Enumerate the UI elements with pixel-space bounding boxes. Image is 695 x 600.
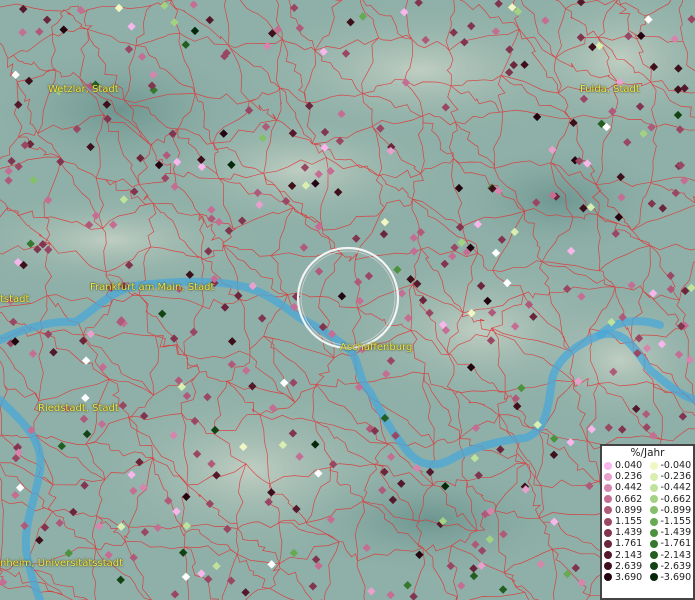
legend-value: 3.690 xyxy=(615,571,643,583)
legend-value: -1.761 xyxy=(660,538,692,550)
legend-swatch-icon xyxy=(604,539,612,548)
legend-negative-column: -0.040 -0.236 -0.442 -0.662 -0.899 -1.155 -1.4… xyxy=(648,460,694,583)
legend-row: -2.639 xyxy=(648,561,694,572)
legend-value: 0.899 xyxy=(615,504,643,516)
legend-swatch-icon xyxy=(604,573,612,582)
legend-panel: %/Jahr 0.040 0.236 0.442 0.662 0.899 1.155 1.4… xyxy=(600,444,695,600)
legend-swatch-icon xyxy=(604,551,612,560)
legend-value: 0.236 xyxy=(615,471,643,483)
legend-value: 0.442 xyxy=(615,482,643,494)
legend-swatch-icon xyxy=(604,528,612,537)
legend-swatch-icon xyxy=(649,528,658,537)
legend-value: 0.662 xyxy=(615,493,643,505)
legend-value: -0.662 xyxy=(660,493,692,505)
legend-swatch-icon xyxy=(649,506,658,515)
legend-value: -0.236 xyxy=(660,471,692,483)
legend-value: 1.761 xyxy=(615,538,643,550)
legend-row: -1.155 xyxy=(648,516,694,527)
city-label-riedstadt: Riedstadt, Stadt xyxy=(38,403,119,414)
legend-swatch-icon xyxy=(649,562,658,571)
legend-row: -1.761 xyxy=(648,538,694,549)
legend-row: -0.442 xyxy=(648,482,694,493)
legend-row: 1.761 xyxy=(602,538,648,549)
legend-value: -2.143 xyxy=(660,549,692,561)
legend-swatch-icon xyxy=(604,483,612,492)
legend-row: 2.639 xyxy=(602,561,648,572)
legend-swatch-icon xyxy=(649,517,658,526)
legend-swatch-icon xyxy=(604,517,612,526)
legend-swatch-icon xyxy=(604,506,612,515)
legend-swatch-icon xyxy=(649,483,658,492)
legend-row: -3.690 xyxy=(648,572,694,583)
legend-row: 2.143 xyxy=(602,550,648,561)
legend-swatch-icon xyxy=(649,539,658,548)
city-label-frankfurt: Frankfurt am Main, Stadt xyxy=(90,282,215,293)
legend-swatch-icon xyxy=(604,495,612,504)
legend-row: 0.442 xyxy=(602,482,648,493)
legend-row: 3.690 xyxy=(602,572,648,583)
legend-value: 1.439 xyxy=(615,527,643,539)
legend-value: -3.690 xyxy=(660,571,692,583)
legend-row: 1.439 xyxy=(602,527,648,538)
legend-value: -0.040 xyxy=(660,460,692,472)
legend-row: -0.662 xyxy=(648,494,694,505)
city-label-offenbach: tstadt xyxy=(0,294,30,305)
legend-swatch-icon xyxy=(604,562,612,571)
city-label-fulda: Fulda, Stadt xyxy=(580,84,640,95)
legend-swatch-icon xyxy=(649,495,658,504)
legend-value: -1.155 xyxy=(660,516,692,528)
legend-row: -0.236 xyxy=(648,471,694,482)
legend-swatch-icon xyxy=(604,472,612,481)
legend-row: -0.899 xyxy=(648,505,694,516)
legend-row: 1.155 xyxy=(602,516,648,527)
city-label-mannheim: nheim, Universitätsstadt xyxy=(0,558,124,569)
legend-value: -0.899 xyxy=(660,504,692,516)
legend-swatch-icon xyxy=(604,461,612,470)
legend-row: -2.143 xyxy=(648,550,694,561)
legend-value: -1.439 xyxy=(660,527,692,539)
legend-swatch-icon xyxy=(649,573,658,582)
legend-value: -0.442 xyxy=(660,482,692,494)
legend-row: 0.236 xyxy=(602,471,648,482)
legend-row: -1.439 xyxy=(648,527,694,538)
legend-swatch-icon xyxy=(649,461,658,470)
legend-row: -0.040 xyxy=(648,460,694,471)
legend-swatch-icon xyxy=(649,472,658,481)
city-label-wetzlar: Wetzlar, Stadt xyxy=(48,84,119,95)
legend-value: 0.040 xyxy=(615,460,643,472)
legend-swatch-icon xyxy=(649,551,658,560)
legend-value: 1.155 xyxy=(615,516,643,528)
legend-value: -2.639 xyxy=(660,560,692,572)
legend-value: 2.639 xyxy=(615,560,643,572)
legend-title: %/Jahr xyxy=(630,447,665,459)
legend-row: 0.899 xyxy=(602,505,648,516)
legend-row: 0.662 xyxy=(602,494,648,505)
legend-positive-column: 0.040 0.236 0.442 0.662 0.899 1.155 1.439 1.761… xyxy=(602,460,648,583)
legend-row: 0.040 xyxy=(602,460,648,471)
city-label-aschaffenburg: Aschaffenburg xyxy=(340,342,413,353)
legend-value: 2.143 xyxy=(615,549,643,561)
